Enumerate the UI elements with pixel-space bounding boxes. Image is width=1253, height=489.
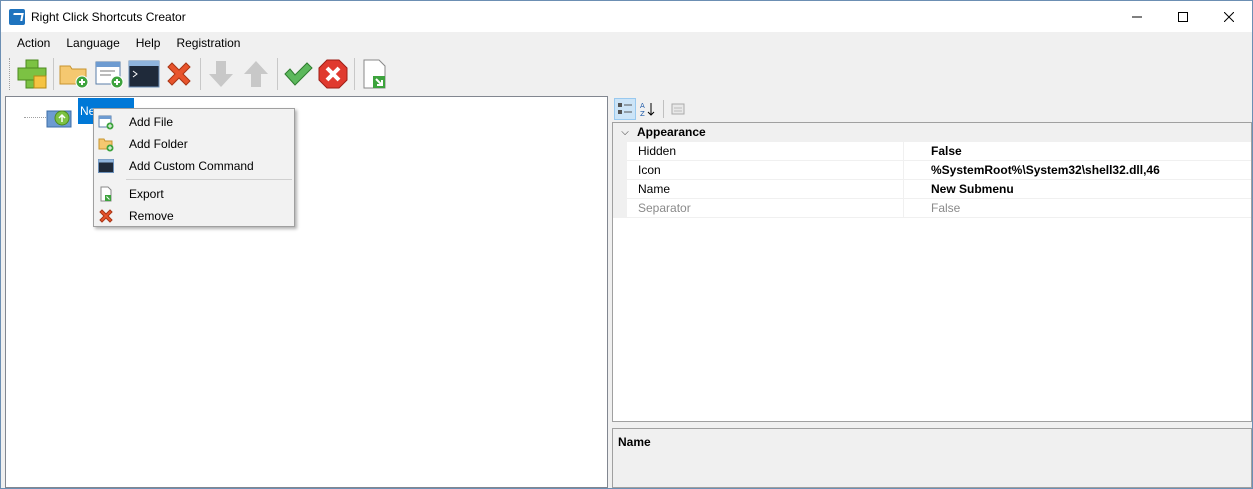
svg-text:A: A <box>640 102 645 110</box>
app-window: Right Click Shortcuts Creator Action Lan… <box>0 0 1253 489</box>
property-grid: ⌵ Appearance Hidden False Icon %SystemRo… <box>612 122 1252 422</box>
menu-bar: Action Language Help Registration <box>1 32 1252 54</box>
remove-button[interactable] <box>162 57 196 91</box>
property-row-separator[interactable]: Separator False <box>613 199 1251 218</box>
property-name: Hidden <box>627 142 904 160</box>
title-bar: Right Click Shortcuts Creator <box>1 1 1252 32</box>
property-value[interactable]: %SystemRoot%\System32\shell32.dll,46 <box>904 161 1251 179</box>
context-item-label: Add File <box>129 115 174 129</box>
add-file-button[interactable] <box>92 57 126 91</box>
remove-icon <box>99 209 113 223</box>
context-item-add-custom-command[interactable]: Add Custom Command <box>94 155 294 177</box>
property-value[interactable]: New Submenu <box>904 180 1251 198</box>
add-file-icon <box>95 61 124 89</box>
add-folder-icon <box>98 138 114 152</box>
property-value[interactable]: False <box>904 142 1251 160</box>
remove-icon <box>167 62 191 86</box>
app-icon <box>9 8 25 25</box>
toolbar-separator <box>200 58 201 90</box>
cancel-icon <box>318 59 348 89</box>
export-icon <box>363 59 386 89</box>
toolbar-separator <box>277 58 278 90</box>
property-name: Icon <box>627 161 904 179</box>
custom-command-icon <box>98 159 114 173</box>
category-label: Appearance <box>637 125 706 139</box>
toolbar <box>1 54 1252 94</box>
window-controls <box>1114 1 1252 32</box>
menu-action[interactable]: Action <box>9 32 58 54</box>
add-file-icon <box>98 115 114 130</box>
property-value: False <box>931 201 961 215</box>
property-grid-toolbar: A Z <box>612 96 1252 121</box>
context-item-label: Export <box>129 187 164 201</box>
menu-registration[interactable]: Registration <box>168 32 248 54</box>
context-item-remove[interactable]: Remove <box>94 205 294 227</box>
property-panel: A Z ⌵ Appearance Hidden False Icon %Syst… <box>612 96 1252 488</box>
context-menu: Add File Add Folder Add Custom Command E… <box>93 108 295 227</box>
svg-text:Z: Z <box>640 110 645 117</box>
context-item-export[interactable]: Export <box>94 183 294 205</box>
context-item-label: Add Folder <box>129 137 188 151</box>
move-up-button[interactable] <box>239 57 273 91</box>
close-icon <box>1224 11 1234 22</box>
move-down-button[interactable] <box>204 57 238 91</box>
sort-az-icon: A Z <box>640 102 655 117</box>
minimize-button[interactable] <box>1114 1 1160 32</box>
add-custom-command-button[interactable] <box>127 57 161 91</box>
menu-language[interactable]: Language <box>58 32 127 54</box>
minimize-icon <box>1132 16 1142 17</box>
property-row-name[interactable]: Name New Submenu <box>613 180 1251 199</box>
add-submenu-button[interactable] <box>15 57 49 91</box>
categorized-icon <box>618 102 632 114</box>
terminal-icon <box>128 60 160 88</box>
property-description-panel: Name <box>612 428 1252 488</box>
grid-toolbar-separator <box>663 99 664 118</box>
context-menu-separator <box>126 179 292 180</box>
menu-help[interactable]: Help <box>128 32 169 54</box>
categorized-view-button[interactable] <box>614 97 636 120</box>
tree-connector <box>24 117 46 118</box>
context-item-label: Remove <box>129 209 174 223</box>
add-submenu-icon <box>17 59 47 89</box>
property-row-hidden[interactable]: Hidden False <box>613 142 1251 161</box>
add-folder-button[interactable] <box>57 57 91 91</box>
property-name: Separator <box>627 199 904 217</box>
property-pages-button[interactable] <box>667 98 689 120</box>
property-row-icon[interactable]: Icon %SystemRoot%\System32\shell32.dll,4… <box>613 161 1251 180</box>
collapse-chevron-icon[interactable]: ⌵ <box>613 127 637 138</box>
property-name: Name <box>627 180 904 198</box>
window-title: Right Click Shortcuts Creator <box>31 9 186 24</box>
arrow-up-icon <box>244 61 268 87</box>
description-title: Name <box>618 435 651 449</box>
toolbar-grip[interactable] <box>9 58 12 90</box>
property-pages-icon <box>671 103 685 114</box>
category-appearance[interactable]: ⌵ Appearance <box>613 123 1251 142</box>
arrow-down-icon <box>209 61 233 87</box>
maximize-icon <box>1178 11 1188 22</box>
context-item-add-folder[interactable]: Add Folder <box>94 133 294 155</box>
export-button[interactable] <box>358 57 392 91</box>
apply-button[interactable] <box>281 57 315 91</box>
add-folder-icon <box>59 65 89 89</box>
context-item-label: Add Custom Command <box>129 159 254 173</box>
submenu-node-icon <box>46 107 76 129</box>
toolbar-separator <box>354 58 355 90</box>
alphabetical-view-button[interactable]: A Z <box>637 98 659 120</box>
cancel-button[interactable] <box>316 57 350 91</box>
context-item-add-file[interactable]: Add File <box>94 111 294 133</box>
export-icon <box>100 186 112 202</box>
toolbar-separator <box>53 58 54 90</box>
maximize-button[interactable] <box>1160 1 1206 32</box>
checkmark-icon <box>284 62 313 86</box>
close-button[interactable] <box>1206 1 1252 32</box>
